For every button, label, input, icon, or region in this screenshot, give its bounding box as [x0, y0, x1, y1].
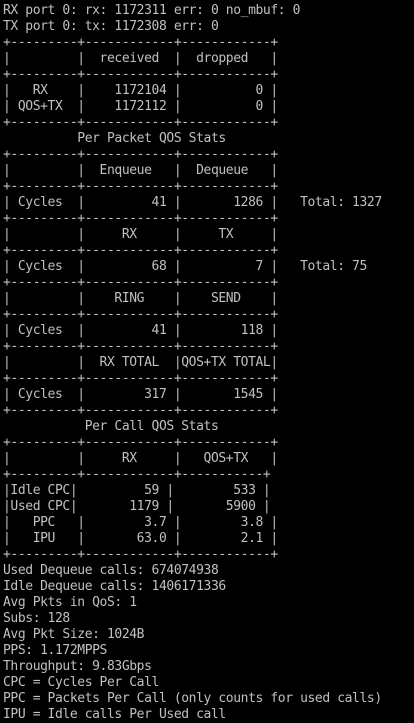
table-header: | | RING | SEND |: [3, 291, 278, 306]
stat-line: Used Dequeue calls: 674074938: [3, 563, 219, 578]
stat-line: PPS: 1.172MPPS: [3, 643, 107, 658]
legend-line: IPU = Idle calls Per Used call: [3, 707, 226, 722]
legend-line: CPC = Cycles Per Call: [3, 675, 159, 690]
table-border: +---------+------------+------------+: [3, 67, 278, 82]
table-border: +---------+------------+------------+: [3, 339, 278, 354]
section-title: Per Call QOS Stats: [3, 419, 219, 434]
table-border: +---------+------------+------------+: [3, 115, 278, 130]
table-border: +---------+------------+------------+: [3, 435, 278, 450]
table-row: | Cycles | 41 | 1286 | Total: 1327: [3, 195, 382, 210]
table-header: | | received | dropped |: [3, 51, 278, 66]
table-border: +---------+------------+------------+: [3, 147, 278, 162]
stat-line: Avg Pkt Size: 1024B: [3, 627, 145, 642]
table-row: | RX | 1172104 | 0 |: [3, 83, 278, 98]
table-border: +---------+------------+-----------+: [3, 467, 271, 482]
table-border: +---------+------------+------------+: [3, 243, 278, 258]
table-border: +---------+------------+------------+: [3, 211, 278, 226]
rx-port-status: RX port 0: rx: 1172311 err: 0 no_mbuf: 0: [3, 3, 301, 18]
section-title: Per Packet QOS Stats: [3, 131, 226, 146]
stat-line: Throughput: 9.83Gbps: [3, 659, 152, 674]
table-row: | IPU | 63.0 | 2.1 |: [3, 531, 278, 546]
stat-line: Idle Dequeue calls: 1406171336: [3, 579, 226, 594]
table-header: | | RX | QOS+TX |: [3, 451, 278, 466]
table-border: +---------+------------+------------+: [3, 403, 278, 418]
table-border: +---------+------------+------------+: [3, 371, 278, 386]
table-header: | | RX TOTAL |QOS+TX TOTAL|: [3, 355, 278, 370]
legend-line: PPC = Packets Per Call (only counts for …: [3, 691, 382, 706]
table-row: |Idle CPC| 59 | 533 |: [3, 483, 271, 498]
stat-line: Avg Pkts in QoS: 1: [3, 595, 137, 610]
table-border: +---------+------------+------------+: [3, 307, 278, 322]
table-header: | | Enqueue | Dequeue |: [3, 163, 278, 178]
table-row: |Used CPC| 1179 | 5900 |: [3, 499, 271, 514]
table-row: | Cycles | 317 | 1545 |: [3, 387, 278, 402]
table-border: +---------+------------+------------+: [3, 179, 278, 194]
table-row: | QOS+TX | 1172112 | 0 |: [3, 99, 278, 114]
table-row: | Cycles | 41 | 118 |: [3, 323, 278, 338]
table-border: +---------+------------+------------+: [3, 547, 278, 562]
table-border: +---------+------------+------------+: [3, 35, 278, 50]
stat-line: Subs: 128: [3, 611, 70, 626]
table-row: | PPC | 3.7 | 3.8 |: [3, 515, 278, 530]
tx-port-status: TX port 0: tx: 1172308 err: 0: [3, 19, 219, 34]
table-border: +---------+------------+------------+: [3, 275, 278, 290]
table-header: | | RX | TX |: [3, 227, 278, 242]
table-row: | Cycles | 68 | 7 | Total: 75: [3, 259, 367, 274]
terminal-window[interactable]: RX port 0: rx: 1172311 err: 0 no_mbuf: 0…: [0, 0, 414, 723]
